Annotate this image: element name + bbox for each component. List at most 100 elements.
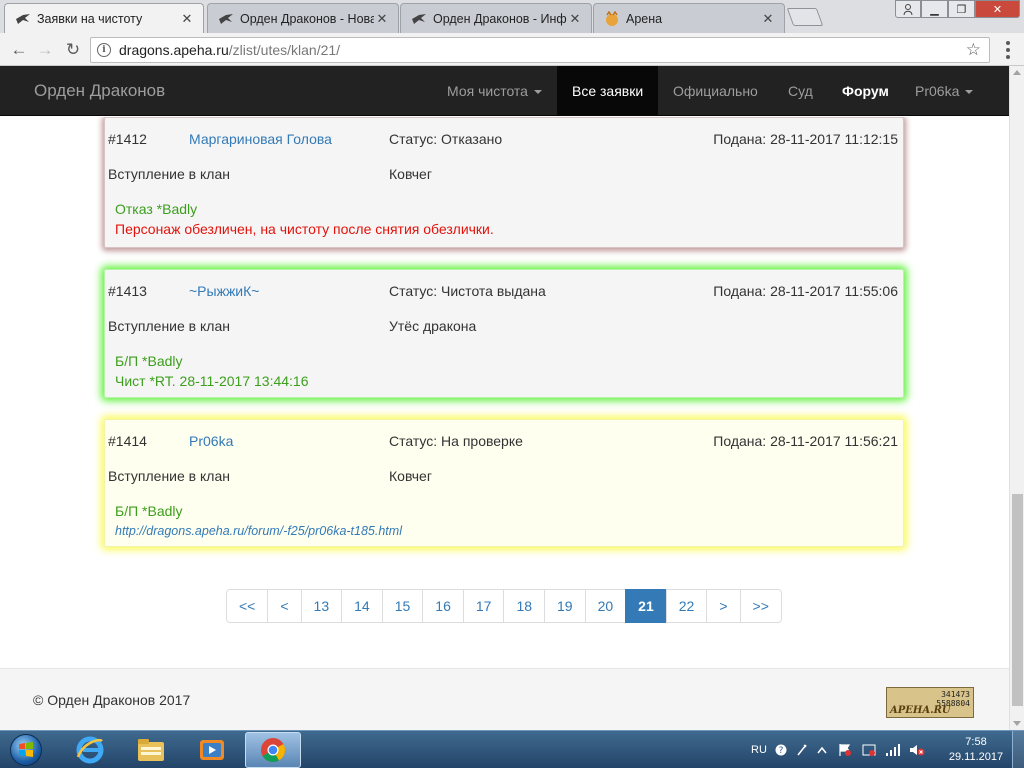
clock-time: 7:58 xyxy=(965,736,987,748)
chrome-taskbar-icon[interactable] xyxy=(245,732,301,768)
page-link[interactable]: 14 xyxy=(341,589,383,623)
page-current[interactable]: 21 xyxy=(625,589,667,623)
language-indicator[interactable]: RU xyxy=(751,731,767,768)
tab-close-icon[interactable]: ✕ xyxy=(760,11,776,27)
page-link[interactable]: 17 xyxy=(462,589,505,623)
tab-title: Арена xyxy=(626,11,663,26)
request-clan: Ковчег xyxy=(389,166,432,182)
address-bar[interactable]: i dragons.apeha.ru/zlist/utes/klan/21/ ☆ xyxy=(90,37,990,63)
forward-arrow-icon[interactable]: → xyxy=(34,39,56,61)
show-hidden-icons-icon[interactable] xyxy=(817,731,827,768)
url-host: dragons.apeha.ru xyxy=(119,42,229,58)
dragon-favicon-icon xyxy=(218,11,234,27)
nav-label: Суд xyxy=(788,83,813,99)
tab-close-icon[interactable]: ✕ xyxy=(179,11,195,27)
browser-tab-strip: Заявки на чистоту ✕ Орден Драконов - Нов… xyxy=(0,0,1024,33)
request-id: #1412 xyxy=(108,131,147,147)
nav-court[interactable]: Суд xyxy=(773,66,828,116)
page-link[interactable]: 22 xyxy=(665,589,708,623)
page-first[interactable]: << xyxy=(226,589,269,623)
nav-all-requests[interactable]: Все заявки xyxy=(557,66,659,116)
site-info-icon[interactable]: i xyxy=(97,43,111,57)
browser-tab-requests[interactable]: Заявки на чистоту ✕ xyxy=(4,3,204,33)
browser-tab-news[interactable]: Орден Драконов - Нова ✕ xyxy=(207,3,399,33)
page-prev[interactable]: < xyxy=(267,589,302,623)
scrollbar-thumb[interactable] xyxy=(1012,494,1023,706)
page-scrollbar[interactable] xyxy=(1009,66,1024,730)
show-desktop-button[interactable] xyxy=(1012,731,1024,768)
browser-menu-icon[interactable] xyxy=(998,39,1018,61)
bookmark-star-icon[interactable]: ☆ xyxy=(966,40,981,60)
request-status: Статус: Чистота выдана xyxy=(389,283,546,299)
site-brand[interactable]: Орден Драконов xyxy=(34,66,165,116)
browser-tab-info[interactable]: Орден Драконов - Инф ✕ xyxy=(400,3,592,33)
dragon-favicon-icon xyxy=(411,11,427,27)
request-comment: Персонаж обезличен, на чистоту после сня… xyxy=(115,221,494,237)
close-window-icon[interactable]: ✕ xyxy=(975,0,1020,18)
pagination: << < 13 14 15 16 17 18 19 20 21 22 > >> xyxy=(226,589,782,623)
page-link[interactable]: 13 xyxy=(300,589,343,623)
help-icon[interactable]: ? xyxy=(775,731,787,768)
scroll-up-icon[interactable] xyxy=(1013,70,1021,75)
nav-official[interactable]: Официально xyxy=(658,66,773,116)
volume-muted-icon[interactable] xyxy=(909,731,925,768)
request-character-link[interactable]: ~РыжжиК~ xyxy=(189,283,259,299)
request-forum-link[interactable]: http://dragons.apeha.ru/forum/-f25/pr06k… xyxy=(115,524,402,538)
request-type: Вступление в клан xyxy=(108,318,230,334)
clock-date: 29.11.2017 xyxy=(948,751,1004,763)
request-decision: Отказ *Badly xyxy=(115,201,198,217)
page-link[interactable]: 15 xyxy=(381,589,424,623)
request-date: Подана: 28-11-2017 11:55:06 xyxy=(713,283,898,299)
page-last[interactable]: >> xyxy=(739,589,782,623)
nav-my-purity[interactable]: Моя чистота xyxy=(432,66,557,116)
request-type: Вступление в клан xyxy=(108,166,230,182)
page-link[interactable]: 19 xyxy=(544,589,586,623)
start-button[interactable] xyxy=(6,733,46,767)
request-character-link[interactable]: Маргариновая Голова xyxy=(189,131,332,147)
tray-pen-icon[interactable] xyxy=(796,731,808,768)
reload-icon[interactable]: ↻ xyxy=(62,39,84,61)
tab-close-icon[interactable]: ✕ xyxy=(567,11,583,27)
request-date: Подана: 28-11-2017 11:56:21 xyxy=(713,433,898,449)
tray-app-icon[interactable] xyxy=(862,731,876,768)
request-character-link[interactable]: Pr06ka xyxy=(189,433,233,449)
dragon-favicon-icon xyxy=(15,11,31,27)
apeha-counter-badge[interactable]: 341473 5588804 APEHA.RU xyxy=(886,687,974,718)
request-status: Статус: На проверке xyxy=(389,433,523,449)
nav-label: Официально xyxy=(673,83,758,99)
nav-user-menu[interactable]: Pr06ka xyxy=(900,66,988,116)
svg-text:?: ? xyxy=(779,746,784,756)
minimize-icon[interactable]: ▁ xyxy=(921,0,948,18)
url-path: /zlist/utes/klan/21/ xyxy=(228,42,341,58)
page-footer: © Орден Драконов 2017 341473 5588804 APE… xyxy=(0,668,1009,730)
browser-tab-arena[interactable]: Арена ✕ xyxy=(593,3,785,33)
back-arrow-icon[interactable]: ← xyxy=(8,39,30,61)
tab-close-icon[interactable]: ✕ xyxy=(374,11,390,27)
new-tab-button[interactable] xyxy=(786,8,824,26)
arena-favicon-icon xyxy=(604,10,620,27)
counter-logo: APEHA.RU xyxy=(890,705,951,716)
network-signal-icon[interactable] xyxy=(885,731,901,768)
page-link[interactable]: 16 xyxy=(422,589,464,623)
page-link[interactable]: 18 xyxy=(503,589,546,623)
flag-alert-icon[interactable] xyxy=(838,731,852,768)
nav-forum[interactable]: Форум xyxy=(827,66,904,116)
request-id: #1413 xyxy=(108,283,147,299)
request-card: #1414 Pr06ka Статус: На проверке Подана:… xyxy=(104,419,904,547)
media-player-icon[interactable] xyxy=(184,732,240,768)
page-content: #1412 Маргариновая Голова Статус: Отказа… xyxy=(0,117,1009,730)
internet-explorer-icon[interactable] xyxy=(62,732,118,768)
scroll-down-icon[interactable] xyxy=(1013,721,1021,726)
nav-label: Pr06ka xyxy=(915,83,960,99)
file-explorer-icon[interactable] xyxy=(123,732,179,768)
page-link[interactable]: 20 xyxy=(584,589,627,623)
system-clock[interactable]: 7:58 29.11.2017 xyxy=(946,735,1006,765)
counter-value-1: 341473 xyxy=(941,690,970,699)
tab-title: Орден Драконов - Инф xyxy=(433,11,567,26)
user-profile-icon[interactable] xyxy=(895,0,921,18)
browser-toolbar: ← → ↻ i dragons.apeha.ru/zlist/utes/klan… xyxy=(0,33,1024,66)
page-next[interactable]: > xyxy=(706,589,741,623)
request-id: #1414 xyxy=(108,433,147,449)
restore-icon[interactable]: ❐ xyxy=(948,0,975,18)
request-card: #1412 Маргариновая Голова Статус: Отказа… xyxy=(104,117,904,248)
